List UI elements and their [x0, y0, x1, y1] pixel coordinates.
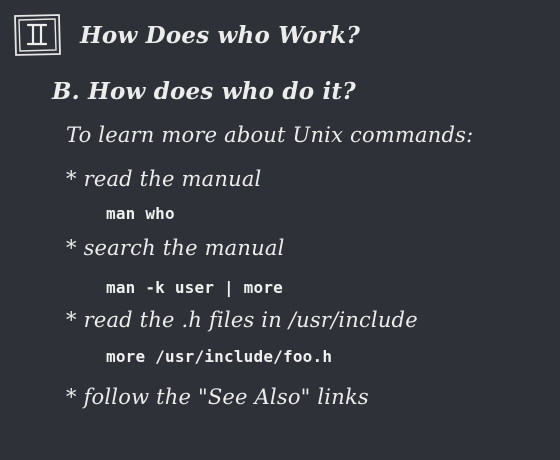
bullet-read-h-files: * read the .h files in /usr/include — [66, 308, 418, 332]
command-man-k-user: man -k user | more — [106, 278, 283, 297]
roman-numeral-two-icon — [14, 14, 61, 56]
bullet-read-manual: * read the manual — [66, 167, 262, 191]
slide: How Does who Work? B. How does who do it… — [0, 0, 560, 460]
bullet-search-manual: * search the manual — [66, 236, 285, 260]
slide-subtitle: B. How does who do it? — [52, 78, 356, 105]
command-more-foo-h: more /usr/include/foo.h — [106, 347, 333, 366]
section-numeral-badge — [13, 13, 62, 57]
slide-title: How Does who Work? — [80, 22, 361, 49]
command-man-who: man who — [106, 204, 175, 223]
intro-text: To learn more about Unix commands: — [66, 123, 474, 147]
bullet-see-also-links: * follow the "See Also" links — [66, 385, 369, 409]
